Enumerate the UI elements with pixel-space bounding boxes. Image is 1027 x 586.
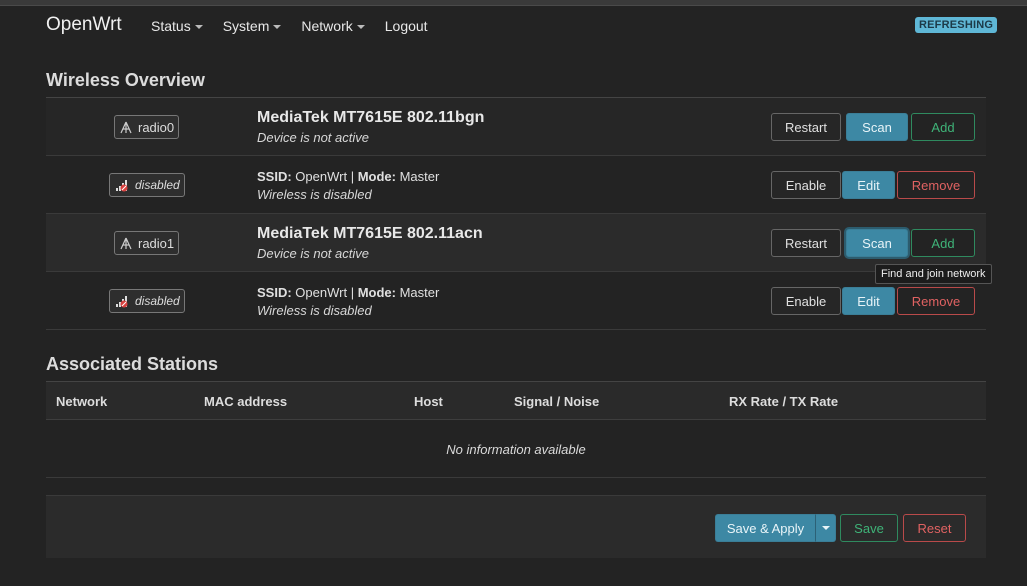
scan-button[interactable]: Scan [846,113,908,141]
device-status: Device is not active [257,130,369,145]
device-badge-label: radio0 [138,119,175,135]
network-badge-label: disabled [135,294,180,308]
column-mac-address: MAC address [204,394,288,409]
nav-system[interactable]: System [223,18,282,34]
signal-disabled-icon [115,178,129,192]
network-status: Wireless is disabled [257,303,372,318]
network-info: SSID: OpenWrt | Mode: Master [257,285,440,300]
device-title: MediaTek MT7615E 802.11bgn [257,109,485,126]
network-status: Wireless is disabled [257,187,372,202]
action-footer: Save & Apply Save Reset [46,495,986,558]
mode-label: Mode: [357,285,396,300]
scan-tooltip: Find and join network [875,264,992,284]
wireless-device-row: radio1 MediaTek MT7615E 802.11acn Device… [46,214,986,272]
mode-label: Mode: [357,169,396,184]
device-badge-label: radio1 [138,235,175,251]
enable-button[interactable]: Enable [771,287,841,315]
network-badge-label: disabled [135,178,180,192]
remove-button[interactable]: Remove [897,287,975,315]
mode-value: Master [399,169,440,184]
wifi-antenna-icon [120,236,132,250]
nav-network-label: Network [301,18,353,34]
scan-button[interactable]: Scan [846,229,908,257]
chevron-down-icon [356,25,365,30]
device-status: Device is not active [257,246,369,261]
column-signal-noise: Signal / Noise [514,394,600,409]
edit-button[interactable]: Edit [842,287,895,315]
column-rx-tx-rate: RX Rate / TX Rate [729,394,839,409]
ssid-value: OpenWrt [295,285,348,300]
network-badge: disabled [109,173,185,197]
column-network: Network [56,394,108,409]
device-title: MediaTek MT7615E 802.11acn [257,225,483,242]
navbar: OpenWrt Status System Network Logout REF… [0,6,1027,46]
save-button[interactable]: Save [840,514,898,542]
save-apply-button[interactable]: Save & Apply [715,514,815,542]
restart-button[interactable]: Restart [771,113,841,141]
nav-network[interactable]: Network [301,18,365,34]
stations-table-header: Network MAC address Host Signal / Noise … [46,382,986,420]
wireless-overview-heading: Wireless Overview [46,70,205,90]
signal-disabled-icon [115,294,129,308]
associated-stations-heading: Associated Stations [46,354,219,374]
ssid-label: SSID: [257,285,292,300]
stations-table: Network MAC address Host Signal / Noise … [46,381,986,478]
ssid-label: SSID: [257,169,292,184]
chevron-down-icon [194,25,203,30]
add-button[interactable]: Add [911,229,975,257]
network-info: SSID: OpenWrt | Mode: Master [257,169,440,184]
wireless-table: radio0 MediaTek MT7615E 802.11bgn Device… [46,97,986,330]
device-badge: radio0 [114,115,179,139]
enable-button[interactable]: Enable [771,171,841,199]
empty-message: No information available [446,442,586,457]
add-button[interactable]: Add [911,113,975,141]
stations-empty-row: No information available [46,420,986,478]
remove-button[interactable]: Remove [897,171,975,199]
reset-button[interactable]: Reset [903,514,966,542]
wireless-network-row: disabled SSID: OpenWrt | Mode: Master Wi… [46,156,986,214]
mode-value: Master [399,285,440,300]
ssid-value: OpenWrt [295,169,348,184]
refreshing-badge[interactable]: REFRESHING [915,17,998,33]
device-badge: radio1 [114,231,179,255]
save-apply-dropdown-toggle[interactable] [815,514,836,542]
brand-logo[interactable]: OpenWrt [46,14,122,36]
chevron-down-icon [273,25,282,30]
restart-button[interactable]: Restart [771,229,841,257]
nav-logout[interactable]: Logout [385,18,428,34]
nav-status[interactable]: Status [151,18,203,34]
main-nav: Status System Network Logout [151,18,448,34]
nav-status-label: Status [151,18,191,34]
wireless-network-row: disabled SSID: OpenWrt | Mode: Master Wi… [46,272,986,330]
column-host: Host [414,394,443,409]
edit-button[interactable]: Edit [842,171,895,199]
wireless-device-row: radio0 MediaTek MT7615E 802.11bgn Device… [46,98,986,156]
nav-logout-label: Logout [384,18,428,34]
nav-system-label: System [222,18,270,34]
wifi-antenna-icon [120,120,132,134]
chevron-down-icon [821,526,830,530]
network-badge: disabled [109,289,185,313]
